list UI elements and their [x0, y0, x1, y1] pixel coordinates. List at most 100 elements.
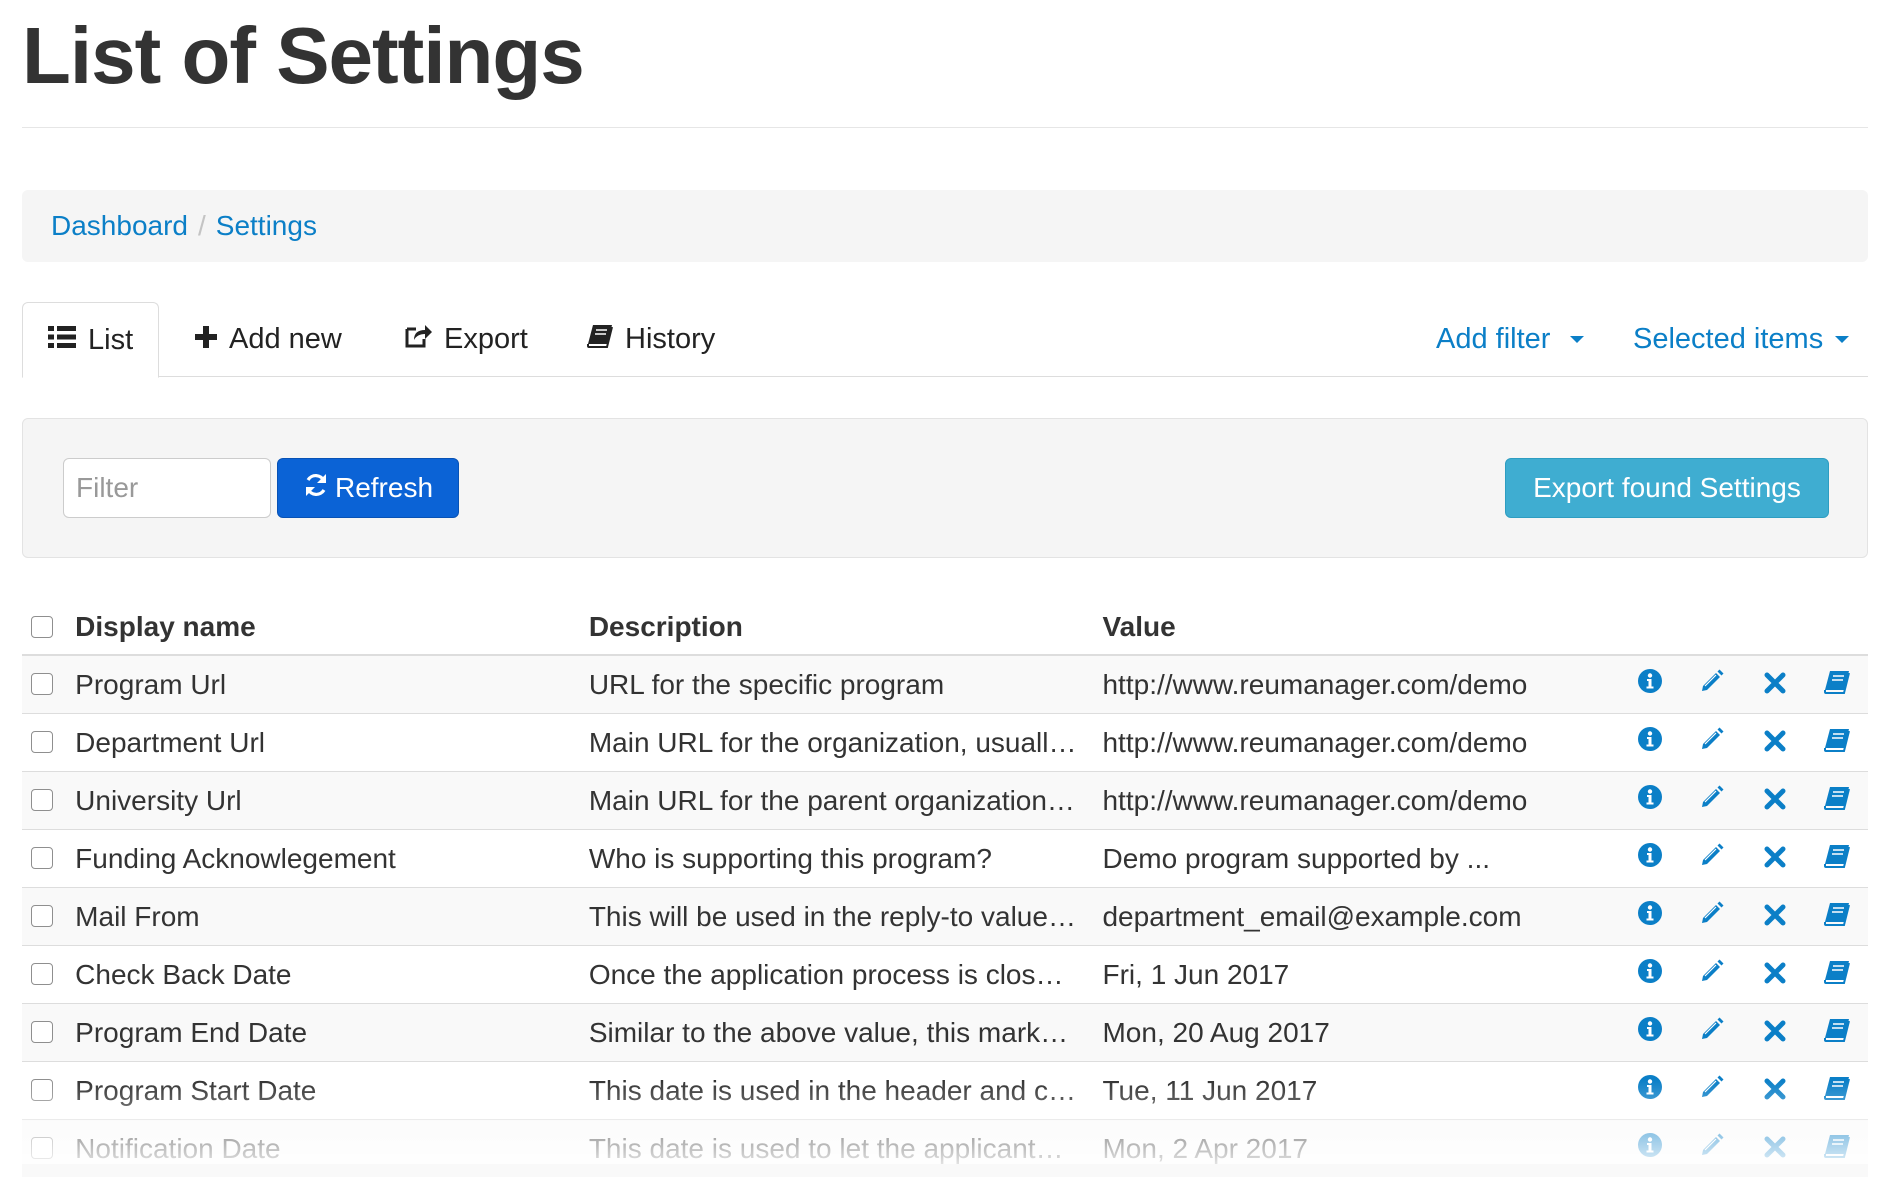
row-action-cell	[1681, 655, 1743, 714]
edit-button[interactable]	[1697, 843, 1727, 873]
add-filter-dropdown[interactable]: Add filter	[1436, 302, 1584, 377]
edit-button[interactable]	[1697, 1133, 1727, 1163]
delete-button[interactable]	[1760, 1134, 1790, 1164]
history-button[interactable]	[1822, 1018, 1852, 1048]
info-button[interactable]	[1635, 669, 1665, 699]
selected-items-label: Selected items	[1633, 323, 1823, 356]
edit-button[interactable]	[1697, 959, 1727, 989]
row-checkbox[interactable]	[31, 1021, 53, 1043]
header-display-name[interactable]: Display name	[75, 600, 589, 655]
row-action-cell	[1619, 714, 1681, 772]
row-checkbox[interactable]	[31, 963, 53, 985]
row-action-cell	[1744, 1062, 1806, 1120]
row-checkbox[interactable]	[31, 789, 53, 811]
delete-button[interactable]	[1760, 786, 1790, 816]
row-description: Main URL for the organization, usuall…	[589, 714, 1103, 772]
edit-button[interactable]	[1697, 901, 1727, 931]
delete-button[interactable]	[1760, 902, 1790, 932]
history-button[interactable]	[1822, 786, 1852, 816]
delete-button[interactable]	[1760, 1018, 1790, 1048]
info-button[interactable]	[1635, 1017, 1665, 1047]
delete-button[interactable]	[1760, 1076, 1790, 1106]
delete-button[interactable]	[1760, 960, 1790, 990]
row-display-name: Program Url	[75, 655, 589, 714]
row-action-cell	[1744, 655, 1806, 714]
row-checkbox[interactable]	[31, 1079, 53, 1101]
row-select-cell	[22, 1120, 75, 1177]
row-description: Similar to the above value, this mark…	[589, 1004, 1103, 1062]
header-description[interactable]: Description	[589, 600, 1103, 655]
filter-input[interactable]	[63, 458, 271, 518]
row-checkbox[interactable]	[31, 731, 53, 753]
edit-button[interactable]	[1697, 1017, 1727, 1047]
plus-icon	[195, 323, 217, 356]
export-found-button[interactable]: Export found Settings	[1505, 458, 1829, 518]
row-checkbox[interactable]	[31, 1137, 53, 1159]
edit-button[interactable]	[1697, 727, 1727, 757]
x-icon	[1764, 669, 1786, 701]
book-icon	[1824, 959, 1850, 991]
row-action-cell	[1806, 655, 1868, 714]
info-icon	[1637, 1132, 1663, 1165]
info-icon	[1637, 958, 1663, 991]
row-action-cell	[1806, 888, 1868, 946]
table-row: Program Start DateThis date is used in t…	[22, 1062, 1868, 1120]
row-checkbox[interactable]	[31, 847, 53, 869]
info-button[interactable]	[1635, 785, 1665, 815]
row-action-cell	[1619, 655, 1681, 714]
row-action-cell	[1619, 1004, 1681, 1062]
table-body: Program UrlURL for the specific programh…	[22, 655, 1868, 1177]
info-button[interactable]	[1635, 1133, 1665, 1163]
row-checkbox[interactable]	[31, 905, 53, 927]
refresh-icon	[303, 472, 329, 505]
info-button[interactable]	[1635, 727, 1665, 757]
select-all-checkbox[interactable]	[31, 616, 53, 638]
breadcrumb-settings[interactable]: Settings	[216, 210, 317, 242]
tab-add-new[interactable]: Add new	[195, 302, 342, 377]
tab-history[interactable]: History	[587, 302, 715, 377]
history-button[interactable]	[1822, 844, 1852, 874]
selected-items-dropdown[interactable]: Selected items	[1633, 302, 1849, 377]
row-action-cell	[1681, 772, 1743, 830]
delete-button[interactable]	[1760, 844, 1790, 874]
delete-button[interactable]	[1760, 728, 1790, 758]
row-action-cell	[1744, 1120, 1806, 1177]
history-button[interactable]	[1822, 1076, 1852, 1106]
header-value[interactable]: Value	[1102, 600, 1619, 655]
row-checkbox[interactable]	[31, 673, 53, 695]
pencil-icon	[1699, 1132, 1725, 1165]
title-divider	[22, 127, 1868, 128]
table-row: Program UrlURL for the specific programh…	[22, 655, 1868, 714]
info-icon	[1637, 900, 1663, 933]
info-button[interactable]	[1635, 959, 1665, 989]
delete-button[interactable]	[1760, 670, 1790, 700]
pencil-icon	[1699, 668, 1725, 701]
row-display-name: Check Back Date	[75, 946, 589, 1004]
info-icon	[1637, 668, 1663, 701]
info-button[interactable]	[1635, 1075, 1665, 1105]
history-button[interactable]	[1822, 960, 1852, 990]
edit-button[interactable]	[1697, 669, 1727, 699]
refresh-label: Refresh	[335, 472, 433, 504]
pencil-icon	[1699, 784, 1725, 817]
edit-button[interactable]	[1697, 1075, 1727, 1105]
history-button[interactable]	[1822, 1134, 1852, 1164]
book-icon	[1824, 727, 1850, 759]
breadcrumb-dashboard[interactable]: Dashboard	[51, 210, 188, 242]
history-button[interactable]	[1822, 728, 1852, 758]
edit-button[interactable]	[1697, 785, 1727, 815]
info-button[interactable]	[1635, 901, 1665, 931]
info-button[interactable]	[1635, 843, 1665, 873]
row-action-cell	[1619, 1120, 1681, 1177]
info-icon	[1637, 784, 1663, 817]
tab-history-label: History	[625, 323, 715, 356]
row-value: Mon, 2 Apr 2017	[1102, 1120, 1619, 1177]
table-row: Program End DateSimilar to the above val…	[22, 1004, 1868, 1062]
history-button[interactable]	[1822, 902, 1852, 932]
tab-export[interactable]: Export	[404, 302, 528, 377]
info-icon	[1637, 842, 1663, 875]
refresh-button[interactable]: Refresh	[277, 458, 459, 518]
history-button[interactable]	[1822, 670, 1852, 700]
book-icon	[1824, 669, 1850, 701]
tab-list[interactable]: List	[22, 302, 159, 378]
